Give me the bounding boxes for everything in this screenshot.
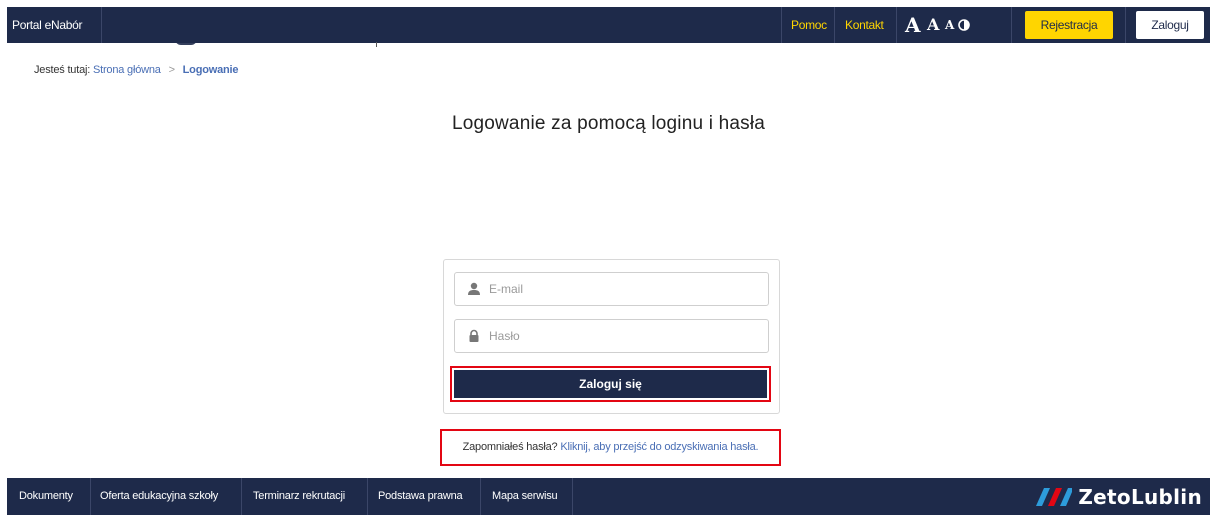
password-input[interactable] bbox=[489, 320, 759, 352]
font-size-medium-button[interactable]: A bbox=[927, 7, 939, 43]
logo-fragment bbox=[175, 39, 197, 45]
chevron-right-icon: > bbox=[168, 64, 175, 76]
email-input[interactable] bbox=[489, 273, 759, 305]
zeto-logo-icon bbox=[1036, 488, 1073, 506]
page-title: Logowanie za pomocą loginu i hasła bbox=[451, 113, 766, 134]
help-link[interactable]: Pomoc bbox=[791, 7, 827, 43]
divider bbox=[896, 7, 897, 43]
email-field[interactable] bbox=[454, 272, 769, 306]
recover-password-link[interactable]: Kliknij, aby przejść do odzyskiwania has… bbox=[560, 441, 758, 453]
divider bbox=[572, 478, 573, 515]
footer-link-offer[interactable]: Oferta edukacyjna szkoły bbox=[100, 478, 218, 515]
divider bbox=[834, 7, 835, 43]
breadcrumb-prefix: Jesteś tutaj: bbox=[34, 64, 91, 76]
login-form: Zaloguj się bbox=[443, 259, 780, 414]
contrast-icon[interactable] bbox=[958, 19, 970, 31]
password-field[interactable] bbox=[454, 319, 769, 353]
font-size-large-button[interactable]: A bbox=[905, 7, 921, 43]
divider bbox=[781, 7, 782, 43]
top-navbar: Portal eNabór Pomoc Kontakt A A A Rejest… bbox=[7, 7, 1210, 43]
login-button[interactable]: Zaloguj bbox=[1136, 11, 1204, 39]
portal-brand-link[interactable]: Portal eNabór bbox=[7, 7, 102, 43]
contact-link[interactable]: Kontakt bbox=[845, 7, 884, 43]
footer-link-legal[interactable]: Podstawa prawna bbox=[378, 478, 463, 515]
lock-icon bbox=[469, 329, 479, 342]
divider bbox=[90, 478, 91, 515]
user-icon bbox=[468, 282, 480, 295]
footer-link-schedule[interactable]: Terminarz rekrutacji bbox=[253, 478, 345, 515]
divider bbox=[1125, 7, 1126, 43]
font-size-small-button[interactable]: A bbox=[945, 7, 954, 43]
divider bbox=[480, 478, 481, 515]
footer-link-sitemap[interactable]: Mapa serwisu bbox=[492, 478, 558, 515]
divider bbox=[1011, 7, 1012, 43]
breadcrumb-home-link[interactable]: Strona główna bbox=[93, 64, 161, 76]
divider bbox=[376, 42, 377, 47]
forgot-password-question: Zapomniałeś hasła? bbox=[462, 441, 558, 453]
footer-link-documents[interactable]: Dokumenty bbox=[19, 478, 73, 515]
register-button[interactable]: Rejestracja bbox=[1025, 11, 1113, 39]
breadcrumb: Jesteś tutaj: Strona główna > Logowanie bbox=[34, 64, 239, 76]
zeto-logo[interactable]: ZetoLublin bbox=[1036, 484, 1202, 510]
divider bbox=[241, 478, 242, 515]
submit-login-button[interactable]: Zaloguj się bbox=[454, 370, 767, 398]
divider bbox=[367, 478, 368, 515]
forgot-password: Zapomniałeś hasła? Kliknij, aby przejść … bbox=[440, 429, 781, 466]
footer-bar: Dokumenty Oferta edukacyjna szkoły Termi… bbox=[7, 478, 1210, 515]
breadcrumb-current: Logowanie bbox=[182, 64, 239, 76]
submit-highlight: Zaloguj się bbox=[450, 366, 771, 402]
zeto-logo-text: ZetoLublin bbox=[1078, 485, 1202, 509]
